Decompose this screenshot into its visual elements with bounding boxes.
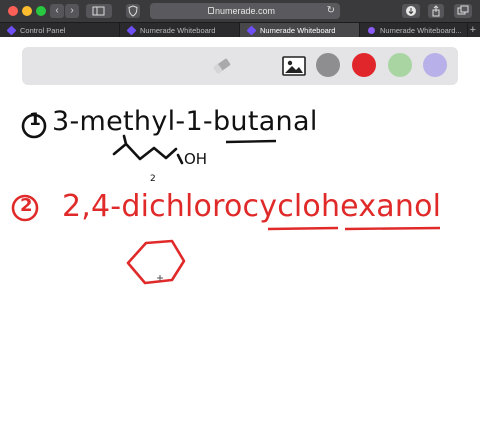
tab-whiteboard-1[interactable]: Numerade Whiteboard	[120, 23, 240, 38]
structure1-oh-label: OH	[184, 150, 208, 168]
tab-whiteboard-3[interactable]: Numerade Whiteboard...	[360, 23, 468, 38]
zoom-window-button[interactable]	[36, 6, 46, 16]
tabs-icon	[457, 5, 469, 15]
tab-control-panel[interactable]: Control Panel	[0, 23, 120, 38]
shield-icon	[128, 5, 138, 17]
numerade-favicon-icon	[126, 25, 137, 36]
line2-compound-name: 2,4-dichlorocyclohexanol	[62, 189, 442, 224]
lock-icon	[208, 7, 214, 14]
close-window-button[interactable]	[8, 6, 18, 16]
minimize-window-button[interactable]	[22, 6, 32, 16]
browser-titlebar: ‹ › numerade.com ↻	[0, 0, 480, 22]
line2-number: 2	[20, 195, 33, 216]
sidebar-icon	[92, 6, 105, 16]
ink-drawing	[11, 113, 441, 285]
tab-label: Numerade Whiteboard	[260, 26, 336, 35]
forward-button[interactable]: ›	[65, 4, 79, 18]
numerade-favicon-icon	[246, 25, 257, 36]
url-text: numerade.com	[214, 6, 276, 16]
line1-compound-name: 3-methyl-1-butanal	[52, 106, 318, 137]
tab-label: Numerade Whiteboard...	[380, 26, 462, 35]
downloads-button[interactable]	[402, 4, 420, 18]
new-tab-button[interactable]: +	[470, 23, 476, 38]
underline-cyclohexanol	[267, 226, 441, 231]
tab-bar: Control Panel Numerade Whiteboard Numera…	[0, 22, 480, 38]
share-icon	[432, 5, 440, 17]
tab-label: Control Panel	[20, 26, 66, 35]
structure1-number: 2	[150, 174, 156, 184]
privacy-report-button[interactable]	[126, 4, 140, 18]
tab-overview-button[interactable]	[454, 4, 472, 18]
address-bar[interactable]: numerade.com ↻	[150, 3, 340, 19]
chevron-left-icon: ‹	[55, 5, 59, 16]
tab-whiteboard-active[interactable]: Numerade Whiteboard	[240, 23, 360, 38]
numerade-favicon-icon	[6, 25, 17, 36]
back-button[interactable]: ‹	[50, 4, 64, 18]
gear-icon	[368, 27, 375, 34]
chevron-right-icon: ›	[70, 5, 74, 16]
skeletal-structure-1	[112, 134, 184, 165]
tab-label: Numerade Whiteboard	[140, 26, 216, 35]
sidebar-toggle-button[interactable]	[86, 4, 112, 18]
whiteboard-canvas[interactable]: 1 3-methyl-1-butanal OH 2 2 2,4-dichloro…	[0, 37, 480, 446]
share-button[interactable]	[428, 4, 444, 18]
cyclohexane-ring	[126, 239, 186, 285]
download-icon	[406, 6, 416, 16]
reload-icon[interactable]: ↻	[327, 3, 335, 19]
line1-number: 1	[29, 110, 41, 130]
underline-butanal	[225, 139, 277, 144]
